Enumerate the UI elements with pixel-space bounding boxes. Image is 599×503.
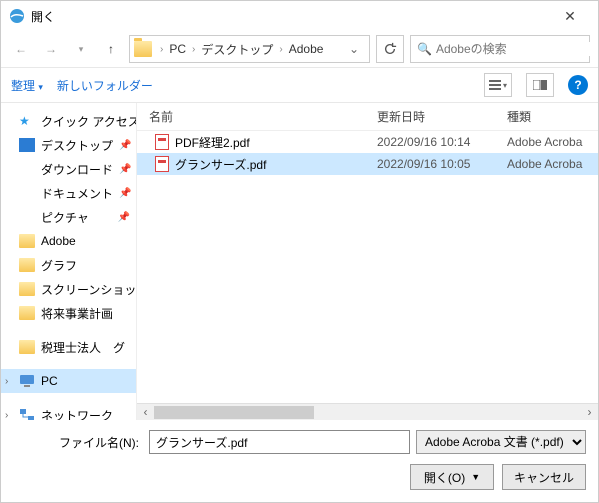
chevron-right-icon: ›	[158, 44, 165, 55]
sidebar-pc[interactable]: › PC	[1, 369, 136, 393]
view-options[interactable]: ▾	[484, 73, 512, 97]
window-title: 開く	[31, 8, 550, 25]
star-icon: ★	[19, 114, 35, 128]
folder-icon	[19, 282, 35, 296]
pdf-icon	[155, 134, 169, 150]
sidebar-item[interactable]: グラフ	[1, 253, 136, 277]
folder-icon	[134, 41, 152, 57]
folder-icon	[19, 306, 35, 320]
sidebar-item[interactable]: スクリーンショット	[1, 277, 136, 301]
preview-pane-button[interactable]	[526, 73, 554, 97]
scroll-left[interactable]: ‹	[137, 405, 154, 419]
crumb-pc[interactable]: PC	[165, 42, 190, 56]
file-name: PDF経理2.pdf	[175, 134, 250, 151]
breadcrumb[interactable]: › PC › デスクトップ › Adobe ⌄	[129, 35, 370, 63]
close-button[interactable]: ✕	[550, 8, 590, 25]
scroll-right[interactable]: ›	[581, 405, 598, 419]
folder-icon	[19, 234, 35, 248]
column-date[interactable]: 更新日時	[377, 108, 507, 125]
main-area: ★ クイック アクセス デスクトップ📌ダウンロード📌ドキュメント📌ピクチャ📌 A…	[1, 103, 598, 420]
button-row: 開く(O)▼ キャンセル	[13, 464, 586, 490]
file-name: グランサーズ.pdf	[175, 156, 266, 173]
folder-icon	[19, 186, 35, 200]
filetype-filter[interactable]: Adobe Acroba 文書 (*.pdf)	[416, 430, 586, 454]
cancel-button[interactable]: キャンセル	[502, 464, 586, 490]
folder-icon	[19, 258, 35, 272]
scroll-track[interactable]	[154, 404, 581, 420]
open-button[interactable]: 開く(O)▼	[410, 464, 494, 490]
sidebar-item[interactable]: 将来事業計画	[1, 301, 136, 325]
folder-icon	[19, 138, 35, 152]
pdf-icon	[155, 156, 169, 172]
file-type: Adobe Acroba	[507, 135, 598, 149]
file-date: 2022/09/16 10:14	[377, 135, 507, 149]
search-input[interactable]	[436, 42, 591, 56]
search-box[interactable]: 🔍	[410, 35, 590, 63]
column-headers[interactable]: 名前 更新日時 種類	[137, 103, 598, 131]
sidebar-item[interactable]: ドキュメント📌	[1, 181, 136, 205]
sidebar-quick-access[interactable]: ★ クイック アクセス	[1, 109, 136, 133]
sidebar-item[interactable]: ダウンロード📌	[1, 157, 136, 181]
help-button[interactable]: ?	[568, 75, 588, 95]
new-folder-button[interactable]: 新しいフォルダー	[57, 77, 153, 94]
open-dropdown-icon: ▼	[471, 472, 480, 482]
folder-icon	[19, 162, 35, 176]
sidebar-item[interactable]: デスクトップ📌	[1, 133, 136, 157]
search-icon: 🔍	[417, 42, 432, 56]
path-dropdown[interactable]: ⌄	[343, 42, 365, 56]
organize-menu[interactable]: 整理 ▾	[11, 77, 43, 94]
chevron-right-icon: ›	[5, 410, 8, 421]
toolbar: 整理 ▾ 新しいフォルダー ▾ ?	[1, 67, 598, 103]
pin-icon: 📌	[119, 188, 131, 199]
sidebar-item[interactable]: ピクチャ📌	[1, 205, 136, 229]
pin-icon: 📌	[119, 164, 131, 175]
app-icon	[9, 8, 25, 24]
network-icon	[19, 408, 35, 420]
footer: ファイル名(N): Adobe Acroba 文書 (*.pdf) 開く(O)▼…	[1, 420, 598, 502]
chevron-right-icon: ›	[5, 376, 8, 387]
filename-input[interactable]	[149, 430, 410, 454]
pin-icon: 📌	[119, 140, 131, 151]
pin-icon: 📌	[118, 212, 130, 223]
column-name[interactable]: 名前	[137, 108, 377, 125]
title-bar: 開く ✕	[1, 1, 598, 31]
horizontal-scrollbar[interactable]: ‹ ›	[137, 403, 598, 420]
scroll-thumb[interactable]	[154, 406, 314, 419]
recent-locations[interactable]: ▾	[69, 37, 93, 61]
forward-button[interactable]: →	[39, 37, 63, 61]
folder-icon	[19, 210, 35, 224]
crumb-desktop[interactable]: デスクトップ	[197, 41, 277, 58]
filename-label: ファイル名(N):	[13, 434, 143, 451]
back-button[interactable]: ←	[9, 37, 33, 61]
file-pane: 名前 更新日時 種類 PDF経理2.pdf 2022/09/16 10:14Ado…	[136, 103, 598, 420]
nav-row: ← → ▾ ↑ › PC › デスクトップ › Adobe ⌄ 🔍	[1, 31, 598, 67]
filename-row: ファイル名(N): Adobe Acroba 文書 (*.pdf)	[13, 430, 586, 454]
chevron-right-icon: ›	[277, 44, 284, 55]
pc-icon	[19, 374, 35, 388]
folder-icon	[19, 340, 35, 354]
file-date: 2022/09/16 10:05	[377, 157, 507, 171]
chevron-right-icon: ›	[190, 44, 197, 55]
refresh-button[interactable]	[376, 35, 404, 63]
sidebar-item[interactable]: Adobe	[1, 229, 136, 253]
file-row[interactable]: PDF経理2.pdf 2022/09/16 10:14Adobe Acroba	[137, 131, 598, 153]
file-list[interactable]: PDF経理2.pdf2022/09/16 10:14Adobe Acrobaグラ…	[137, 131, 598, 403]
column-type[interactable]: 種類	[507, 108, 598, 125]
sidebar-network[interactable]: › ネットワーク	[1, 403, 136, 420]
crumb-adobe[interactable]: Adobe	[285, 42, 328, 56]
up-button[interactable]: ↑	[99, 37, 123, 61]
file-row[interactable]: グランサーズ.pdf 2022/09/16 10:05Adobe Acroba	[137, 153, 598, 175]
file-type: Adobe Acroba	[507, 157, 598, 171]
sidebar-item[interactable]: 税理士法人 グ	[1, 335, 136, 359]
sidebar: ★ クイック アクセス デスクトップ📌ダウンロード📌ドキュメント📌ピクチャ📌 A…	[1, 103, 136, 420]
